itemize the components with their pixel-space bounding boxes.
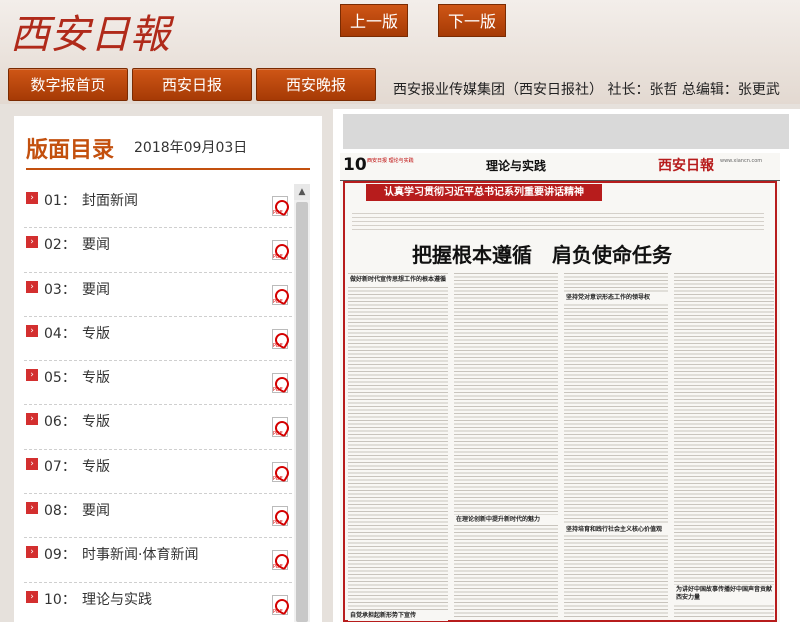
article-subhead: 做好新时代宣传思想工作的根本遵循 bbox=[348, 275, 448, 285]
arrow-bullet-icon: › bbox=[26, 369, 38, 382]
newspaper-small-text: 西安日报 理论与实践 bbox=[367, 158, 414, 164]
pdf-icon[interactable] bbox=[272, 506, 288, 527]
scrollbar[interactable]: ▲ bbox=[294, 184, 310, 622]
arrow-bullet-icon: › bbox=[26, 457, 38, 470]
newspaper-banner: 认真学习贯彻习近平总书记系列重要讲话精神 bbox=[366, 184, 602, 201]
arrow-bullet-icon: › bbox=[26, 236, 38, 249]
text-column bbox=[348, 273, 448, 618]
pdf-icon[interactable] bbox=[272, 196, 288, 216]
svg-text:西安日報: 西安日報 bbox=[10, 12, 175, 58]
scroll-up-icon[interactable]: ▲ bbox=[294, 184, 310, 200]
article-subhead: 坚持培育和践行社会主义核心价值观 bbox=[564, 525, 668, 535]
page-item[interactable]: › 04： 专版 bbox=[24, 317, 292, 362]
page-name[interactable]: 要闻 bbox=[82, 279, 110, 299]
page-name[interactable]: 要闻 bbox=[82, 234, 110, 254]
divider bbox=[26, 168, 310, 170]
xian-daily-logo[interactable]: 西安日報 bbox=[8, 2, 178, 62]
prev-page-button[interactable]: 上一版 bbox=[340, 4, 408, 37]
arrow-bullet-icon: › bbox=[26, 546, 38, 559]
page-item[interactable]: › 07： 专版 bbox=[24, 450, 292, 495]
page-number: 07： bbox=[44, 458, 76, 475]
page-item[interactable]: › 03： 要闻 bbox=[24, 273, 292, 317]
page-name[interactable]: 专版 bbox=[82, 367, 110, 387]
newspaper-header: 10 西安日报 理论与实践 理论与实践 西安日報 www.xiancn.com bbox=[340, 153, 780, 181]
directory-title: 版面目录 bbox=[26, 138, 115, 163]
page-item[interactable]: › 09： 时事新闻·体育新闻 bbox=[24, 538, 292, 583]
nav-xian-evening[interactable]: 西安晚报 bbox=[256, 68, 376, 101]
text-column bbox=[674, 273, 774, 618]
pdf-icon[interactable] bbox=[272, 550, 288, 571]
arrow-bullet-icon: › bbox=[26, 324, 38, 337]
article-subhead: 自觉承担起新形势下宣传 bbox=[348, 611, 448, 621]
page-nav-bar bbox=[343, 114, 789, 149]
arrow-bullet-icon: › bbox=[26, 502, 38, 515]
page-item[interactable]: › 01： 封面新闻 bbox=[24, 184, 292, 229]
page-number: 09： bbox=[44, 547, 76, 564]
text-column bbox=[564, 273, 668, 618]
nav-digital-home[interactable]: 数字报首页 bbox=[8, 68, 128, 101]
article-subhead: 坚持党对意识形态工作的领导权 bbox=[564, 293, 668, 303]
arrow-bullet-icon: › bbox=[26, 280, 38, 293]
next-page-button[interactable]: 下一版 bbox=[438, 4, 506, 37]
page-number: 08： bbox=[44, 503, 76, 520]
pdf-icon[interactable] bbox=[272, 328, 288, 349]
page-name[interactable]: 专版 bbox=[82, 456, 110, 476]
page-item[interactable]: › 05： 专版 bbox=[24, 361, 292, 406]
page-number: 02： bbox=[44, 237, 76, 254]
page-item[interactable]: › 10： 理论与实践 bbox=[24, 583, 292, 622]
arrow-bullet-icon: › bbox=[26, 590, 38, 603]
pdf-icon[interactable] bbox=[272, 417, 288, 438]
page-item[interactable]: › 08： 要闻 bbox=[24, 494, 292, 539]
newspaper-section: 理论与实践 bbox=[486, 159, 547, 173]
page-name[interactable]: 时事新闻·体育新闻 bbox=[82, 544, 198, 564]
page-directory-panel: 版面目录 2018年09月03日 › 01： 封面新闻 › 02： 要闻 › 03： 要闻 … bbox=[14, 116, 322, 622]
org-info: 西安报业传媒集团（西安日报社） 社长：张哲 总编辑：张更武 bbox=[393, 82, 780, 98]
page-name[interactable]: 理论与实践 bbox=[82, 589, 152, 609]
lead-paragraph bbox=[352, 213, 764, 233]
issue-date: 2018年09月03日 bbox=[134, 140, 248, 156]
newspaper-headline: 把握根本遵循 肩负使命任务 bbox=[412, 243, 672, 267]
article-subhead: 为讲好中国故事传播好中国声音贡献西安力量 bbox=[674, 585, 774, 603]
page-number: 04： bbox=[44, 325, 76, 342]
newspaper-page-image[interactable]: 10 西安日报 理论与实践 理论与实践 西安日報 www.xiancn.com … bbox=[340, 153, 780, 622]
page-item[interactable]: › 02： 要闻 bbox=[24, 228, 292, 273]
page-number: 03： bbox=[44, 281, 76, 298]
text-column bbox=[454, 273, 558, 618]
pdf-icon[interactable] bbox=[272, 461, 288, 482]
article-subhead: 在理论创新中提升新时代的魅力 bbox=[454, 515, 558, 525]
pdf-icon[interactable] bbox=[272, 240, 288, 261]
arrow-bullet-icon: › bbox=[26, 413, 38, 426]
page-name[interactable]: 专版 bbox=[82, 323, 110, 343]
newspaper-url: www.xiancn.com bbox=[720, 158, 763, 164]
pdf-icon[interactable] bbox=[272, 284, 288, 305]
pdf-icon[interactable] bbox=[272, 594, 288, 615]
page-number: 05： bbox=[44, 370, 76, 387]
newspaper-logo: 西安日報 bbox=[658, 158, 714, 174]
page-name[interactable]: 要闻 bbox=[82, 500, 110, 520]
page-name[interactable]: 封面新闻 bbox=[82, 190, 138, 210]
page-name[interactable]: 专版 bbox=[82, 411, 110, 431]
page-number: 06： bbox=[44, 414, 76, 431]
nav-xian-daily[interactable]: 西安日报 bbox=[132, 68, 252, 101]
scroll-thumb[interactable] bbox=[296, 202, 308, 622]
newspaper-page-number: 10 bbox=[343, 155, 367, 175]
page-number: 01： bbox=[44, 193, 76, 209]
arrow-bullet-icon: › bbox=[26, 192, 38, 204]
page-number: 10： bbox=[44, 591, 76, 608]
page-item[interactable]: › 06： 专版 bbox=[24, 405, 292, 450]
page-list: › 01： 封面新闻 › 02： 要闻 › 03： 要闻 › 04： 专版 › 05： 专版 › 06… bbox=[24, 184, 292, 622]
pdf-icon[interactable] bbox=[272, 373, 288, 394]
